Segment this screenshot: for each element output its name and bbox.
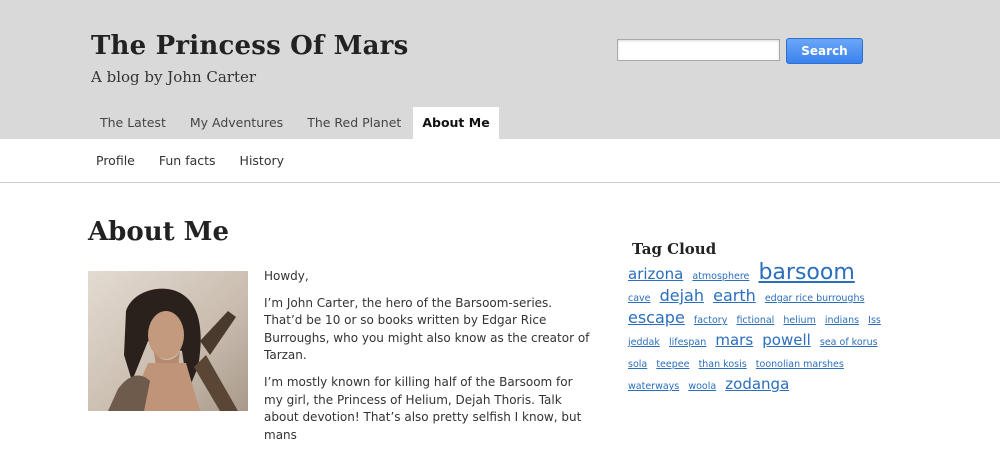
- tag-link[interactable]: sea of korus: [820, 337, 878, 348]
- tag-link[interactable]: earth: [713, 286, 756, 305]
- sub-nav-list: Profile Fun facts History: [84, 139, 296, 182]
- tag-link[interactable]: dejah: [660, 286, 704, 305]
- tag-link[interactable]: escape: [628, 308, 685, 327]
- tag-link[interactable]: toonolian marshes: [756, 359, 844, 370]
- tag-link[interactable]: mars: [715, 331, 753, 349]
- tag-cloud: arizona atmosphere barsoom cave dejah ea…: [628, 260, 888, 396]
- tag-link[interactable]: atmosphere: [692, 271, 749, 282]
- tag-link[interactable]: woola: [688, 381, 716, 392]
- tag-link[interactable]: Iss: [868, 315, 881, 326]
- tag-link[interactable]: zodanga: [725, 375, 789, 393]
- tag-link[interactable]: powell: [762, 331, 811, 349]
- main-nav: The Latest My Adventures The Red Planet Abo…: [88, 107, 499, 139]
- tag-link[interactable]: cave: [628, 293, 651, 304]
- tag-link[interactable]: lifespan: [669, 337, 706, 348]
- tag-link[interactable]: than kosis: [699, 359, 747, 370]
- tag-link[interactable]: jeddak: [628, 337, 660, 348]
- site-tagline: A blog by John Carter: [91, 68, 257, 86]
- article-paragraph: I’m John Carter, the hero of the Barsoom…: [264, 295, 590, 363]
- subnav-item-profile[interactable]: Profile: [84, 139, 147, 182]
- tag-link[interactable]: helium: [783, 315, 815, 326]
- search-input[interactable]: [617, 39, 780, 61]
- subnav-item-fun-facts[interactable]: Fun facts: [147, 139, 228, 182]
- tag-link[interactable]: sola: [628, 359, 647, 370]
- tag-link[interactable]: arizona: [628, 265, 683, 283]
- sub-nav: Profile Fun facts History: [0, 139, 1000, 183]
- nav-tab-about-me[interactable]: About Me: [413, 107, 499, 139]
- tag-link[interactable]: fictional: [736, 315, 774, 326]
- search-button[interactable]: Search: [786, 38, 863, 64]
- article-paragraph: I’m mostly known for killing half of the…: [264, 374, 582, 442]
- tag-link[interactable]: factory: [694, 315, 727, 326]
- article-paragraph: Howdy,: [264, 269, 309, 283]
- tag-link[interactable]: waterways: [628, 381, 679, 392]
- tag-link[interactable]: teepee: [656, 359, 689, 370]
- tag-cloud-heading: Tag Cloud: [632, 240, 717, 258]
- page-title: About Me: [88, 217, 229, 247]
- tag-link[interactable]: indians: [825, 315, 859, 326]
- article-body: Howdy, I’m John Carter, the hero of the B…: [264, 268, 594, 453]
- profile-photo-illustration: [88, 271, 248, 411]
- nav-tab-my-adventures[interactable]: My Adventures: [178, 107, 295, 139]
- nav-tab-the-red-planet[interactable]: The Red Planet: [295, 107, 413, 139]
- nav-tab-the-latest[interactable]: The Latest: [88, 107, 178, 139]
- tag-link[interactable]: edgar rice burroughs: [765, 293, 865, 304]
- tag-link[interactable]: barsoom: [758, 260, 854, 285]
- site-title[interactable]: The Princess Of Mars: [91, 31, 408, 61]
- subnav-item-history[interactable]: History: [228, 139, 296, 182]
- profile-photo: [88, 271, 248, 411]
- site-header: The Princess Of Mars A blog by John Cart…: [0, 0, 1000, 139]
